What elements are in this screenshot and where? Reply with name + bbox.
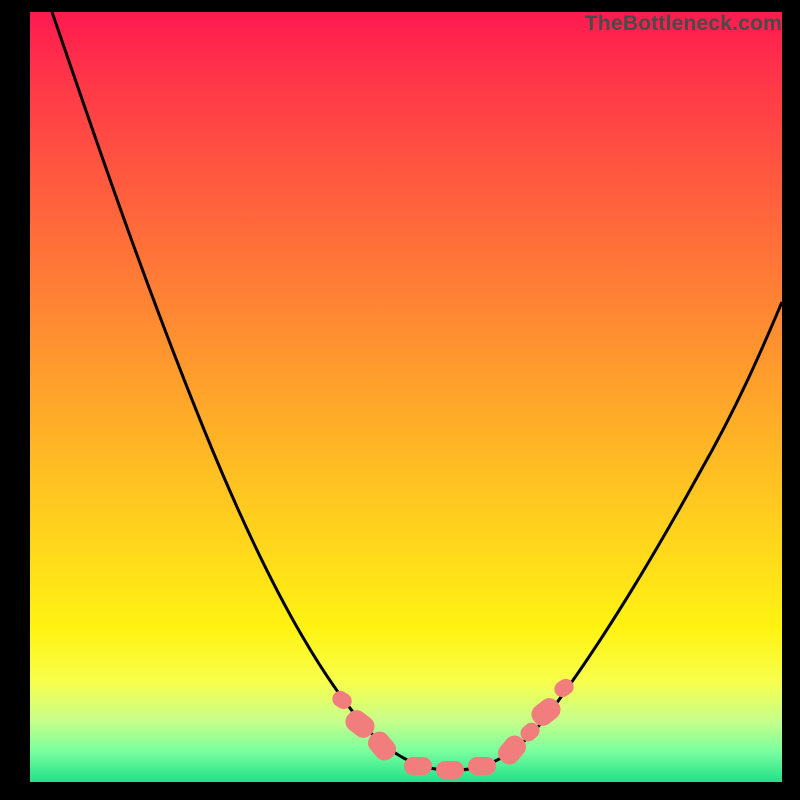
marker-bead — [436, 761, 464, 779]
plot-area — [30, 12, 782, 782]
watermark-label: TheBottleneck.com — [585, 12, 782, 36]
curve-path — [52, 12, 782, 770]
bottleneck-curve — [30, 12, 782, 782]
marker-bead — [468, 757, 496, 775]
marker-bead — [404, 757, 432, 775]
chart-frame: TheBottleneck.com — [0, 0, 800, 800]
